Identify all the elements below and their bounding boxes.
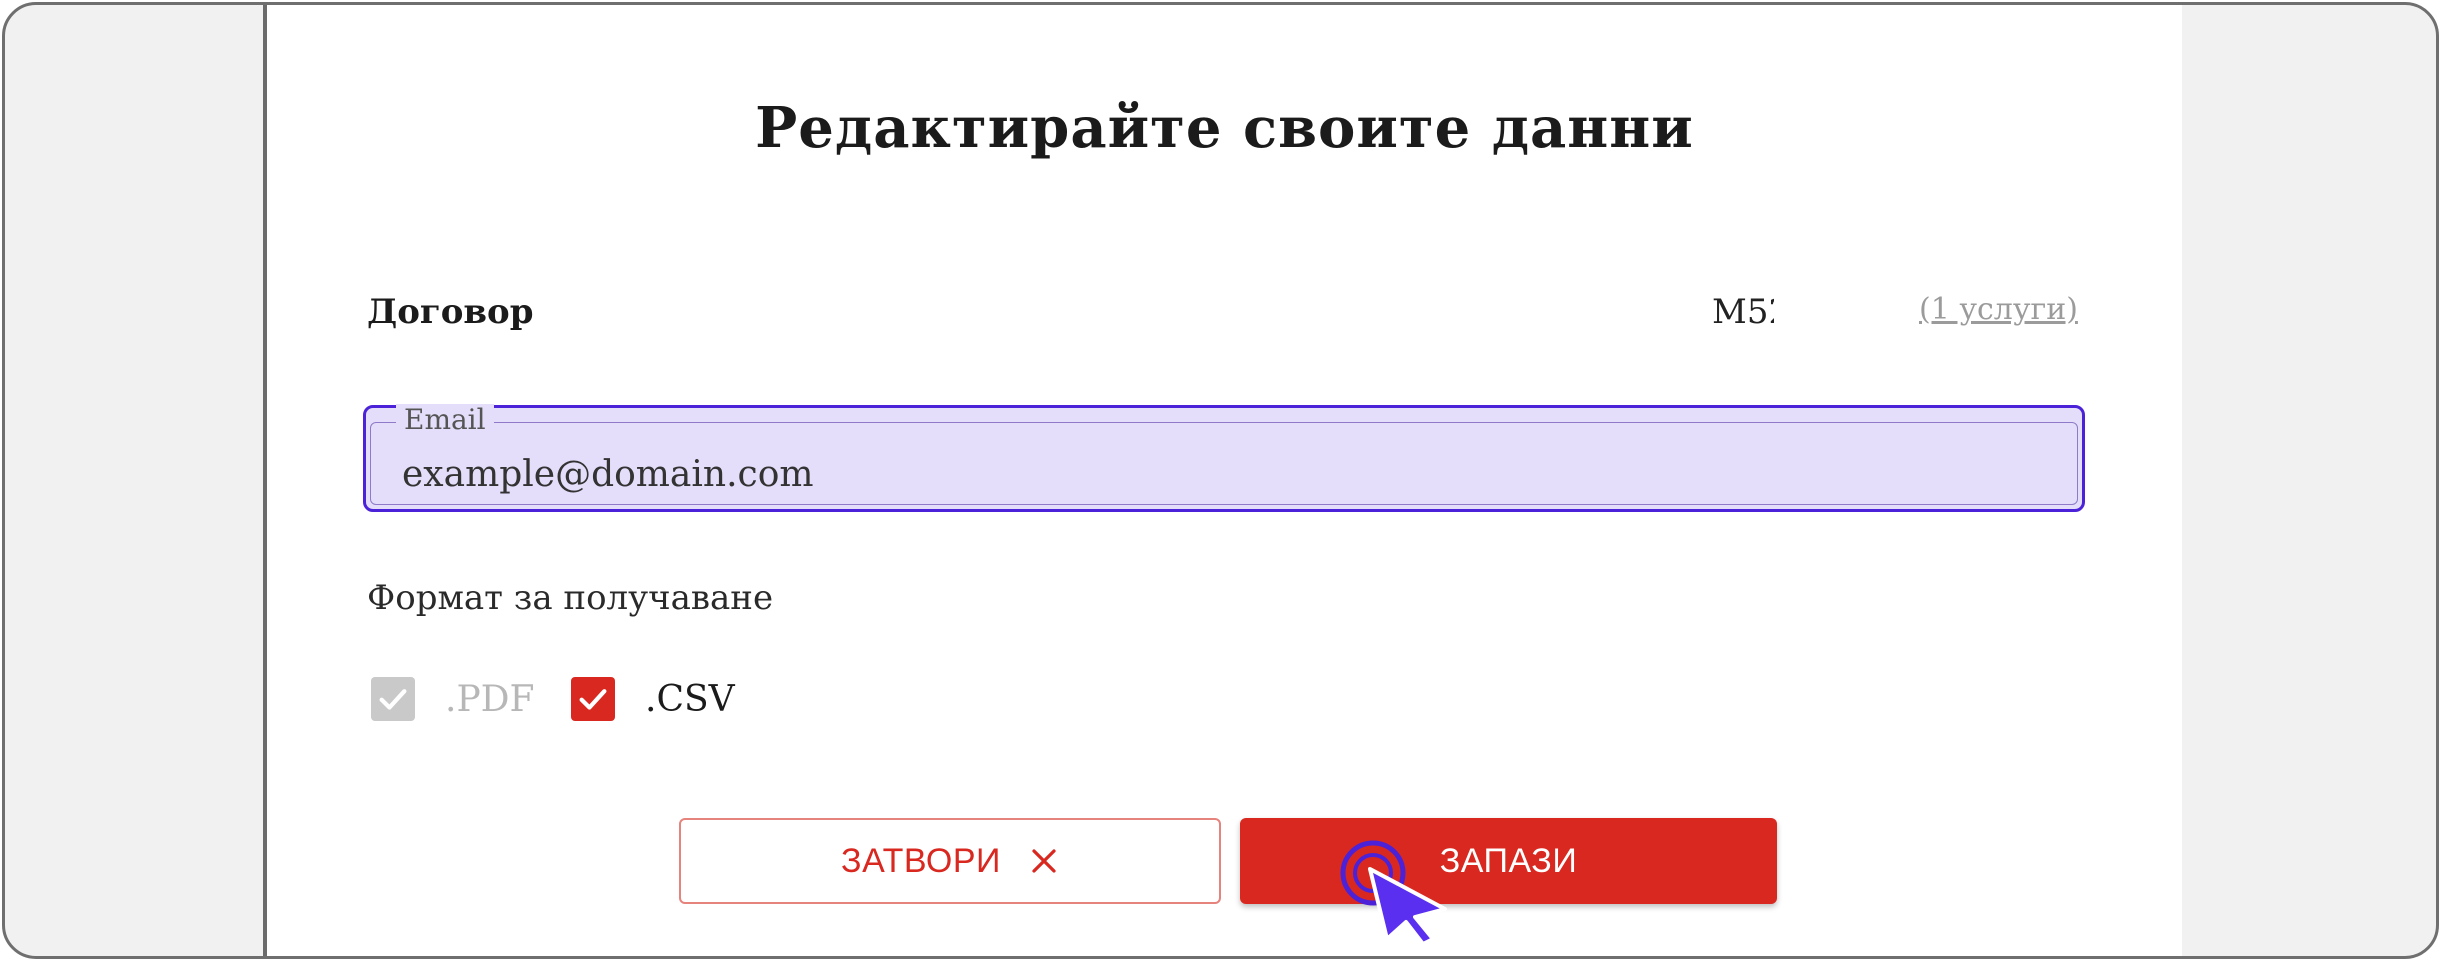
edit-dialog: Редактирайте своите данни Договор M52 (1… bbox=[267, 5, 2182, 956]
format-label: Формат за получаване bbox=[367, 578, 774, 618]
close-icon bbox=[1032, 849, 1056, 873]
checkmark-icon bbox=[379, 689, 407, 710]
email-field[interactable]: Email bbox=[363, 404, 2085, 512]
contract-number: M52 bbox=[1712, 292, 1774, 332]
services-link[interactable]: (1 услуги) bbox=[1919, 292, 2078, 327]
app-window: Редактирайте своите данни Договор M52 (1… bbox=[2, 2, 2439, 959]
email-input[interactable] bbox=[402, 454, 2002, 495]
contract-label: Договор bbox=[367, 292, 534, 332]
dialog-title: Редактирайте своите данни bbox=[755, 95, 1694, 161]
csv-option-label[interactable]: .CSV bbox=[645, 679, 735, 720]
close-button-label: ЗАТВОРИ bbox=[841, 841, 1001, 880]
save-button[interactable]: ЗАПАЗИ bbox=[1240, 818, 1777, 904]
csv-checkbox[interactable] bbox=[571, 677, 615, 721]
pointer-cursor-icon bbox=[1340, 840, 1447, 945]
checkmark-icon bbox=[579, 689, 607, 710]
pdf-option-label: .PDF bbox=[445, 679, 535, 720]
pdf-checkbox bbox=[371, 677, 415, 721]
email-field-label: Email bbox=[396, 404, 494, 436]
close-button[interactable]: ЗАТВОРИ bbox=[679, 818, 1221, 904]
